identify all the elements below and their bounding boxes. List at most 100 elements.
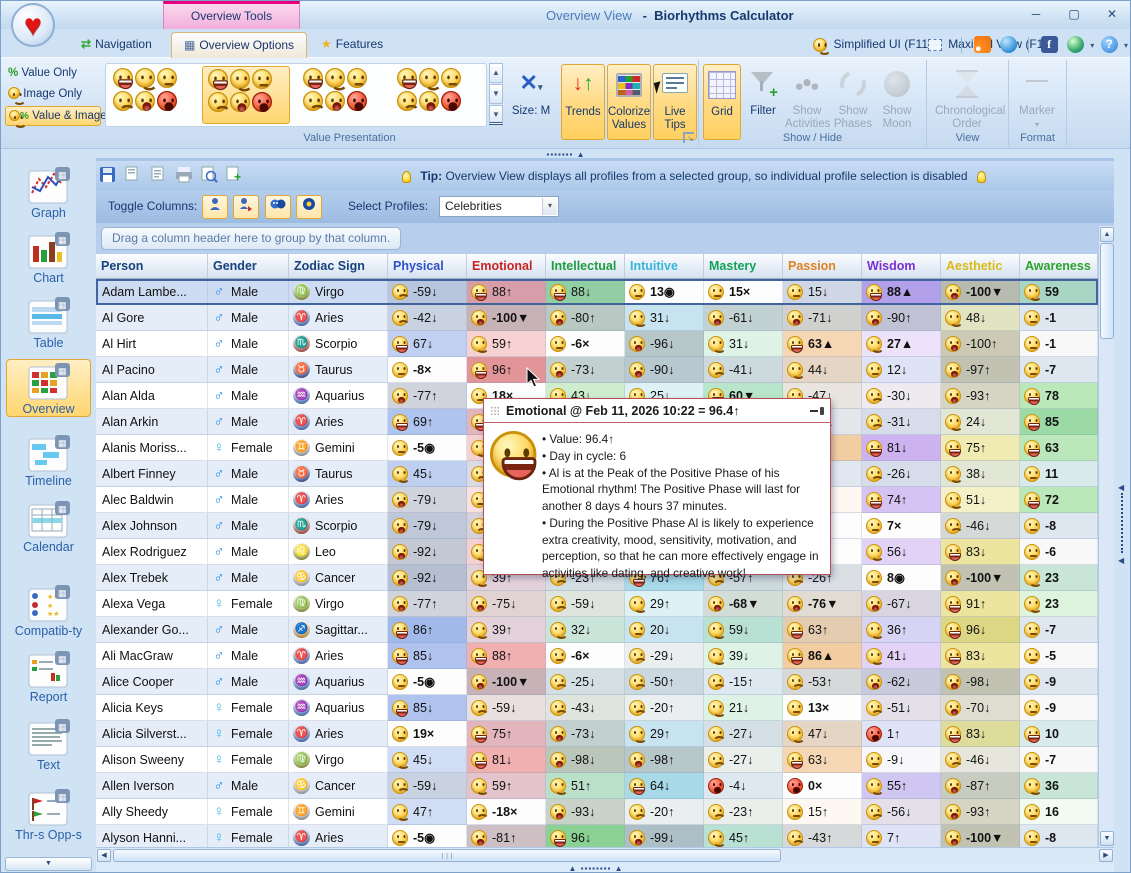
gender-cell[interactable]: ♂Male	[208, 643, 289, 669]
value-cell-mastery[interactable]: -4↓	[704, 773, 783, 799]
value-cell-physical[interactable]: -8×	[388, 357, 467, 383]
value-cell-awareness[interactable]: 59	[1020, 279, 1098, 305]
close-button[interactable]: ✕	[1097, 5, 1127, 23]
zodiac-cell[interactable]: ♒Aquarius	[289, 383, 388, 409]
value-cell-wisdom[interactable]: 56↓	[862, 539, 941, 565]
value-cell-emotional[interactable]: -100▼	[467, 669, 546, 695]
globe-dropdown-icon[interactable]	[1067, 36, 1084, 53]
value-cell-aesthetic[interactable]: 38↓	[941, 461, 1020, 487]
value-cell-passion[interactable]: 0×	[783, 773, 862, 799]
zodiac-cell[interactable]: ♍Virgo	[289, 591, 388, 617]
value-cell-aesthetic[interactable]: -46↓	[941, 747, 1020, 773]
person-cell[interactable]: Adam Lambe...	[96, 279, 208, 305]
zodiac-cell[interactable]: ♏Scorpio	[289, 331, 388, 357]
value-cell-awareness[interactable]: -7	[1020, 357, 1098, 383]
person-cell[interactable]: Al Hirt	[96, 331, 208, 357]
value-cell-physical[interactable]: -79↓	[388, 513, 467, 539]
value-cell-passion[interactable]: 15↓	[783, 279, 862, 305]
value-cell-intellectual[interactable]: 88↓	[546, 279, 625, 305]
person-cell[interactable]: Allen Iverson	[96, 773, 208, 799]
person-cell[interactable]: Al Gore	[96, 305, 208, 331]
value-cell-emotional[interactable]: -75↓	[467, 591, 546, 617]
value-cell-wisdom[interactable]: -56↓	[862, 799, 941, 825]
value-cell-aesthetic[interactable]: 51↓	[941, 487, 1020, 513]
value-cell-awareness[interactable]: -1	[1020, 305, 1098, 331]
gender-cell[interactable]: ♂Male	[208, 669, 289, 695]
value-cell-mastery[interactable]: 31↓	[704, 331, 783, 357]
gender-cell[interactable]: ♂Male	[208, 773, 289, 799]
zodiac-cell[interactable]: ♒Aquarius	[289, 695, 388, 721]
zodiac-cell[interactable]: ♐Sagittar...	[289, 617, 388, 643]
value-cell-aesthetic[interactable]: 83↓	[941, 539, 1020, 565]
value-cell-intellectual[interactable]: -6×	[546, 331, 625, 357]
person-cell[interactable]: Alison Sweeny	[96, 747, 208, 773]
scroll-down-icon[interactable]: ▼	[1100, 831, 1114, 846]
value-cell-intuitive[interactable]: -98↑	[625, 747, 704, 773]
horizontal-scroll-thumb[interactable]	[113, 849, 781, 862]
person-cell[interactable]: Alex Rodriguez	[96, 539, 208, 565]
tab-overview-options[interactable]: ▦Overview Options	[171, 32, 307, 58]
value-cell-aesthetic[interactable]: 96↓	[941, 617, 1020, 643]
vertical-scrollbar[interactable]: ▲ ▼	[1098, 226, 1114, 847]
value-cell-awareness[interactable]: 10	[1020, 721, 1098, 747]
smiley-set-1[interactable]	[108, 66, 196, 124]
value-cell-intuitive[interactable]: -20↑	[625, 799, 704, 825]
size-button[interactable]: ✕▾ Size: M	[507, 64, 555, 140]
value-cell-awareness[interactable]: -7	[1020, 617, 1098, 643]
value-cell-physical[interactable]: -59↓	[388, 773, 467, 799]
value-cell-physical[interactable]: -42↓	[388, 305, 467, 331]
value-cell-awareness[interactable]: 36	[1020, 773, 1098, 799]
value-cell-physical[interactable]: -77↑	[388, 383, 467, 409]
gender-cell[interactable]: ♀Female	[208, 825, 289, 847]
value-cell-wisdom[interactable]: -51↓	[862, 695, 941, 721]
zodiac-cell[interactable]: ♉Taurus	[289, 357, 388, 383]
value-cell-intuitive[interactable]: -99↓	[625, 825, 704, 847]
app-logo-heart-icon[interactable]: ♥	[11, 3, 55, 47]
value-cell-mastery[interactable]: 45↑	[704, 825, 783, 847]
value-cell-passion[interactable]: 44↓	[783, 357, 862, 383]
value-cell-aesthetic[interactable]: 75↑	[941, 435, 1020, 461]
zodiac-cell[interactable]: ♒Aquarius	[289, 669, 388, 695]
person-cell[interactable]: Alexander Go...	[96, 617, 208, 643]
toggle-emoticons-button[interactable]	[265, 195, 291, 219]
gender-cell[interactable]: ♂Male	[208, 279, 289, 305]
value-cell-passion[interactable]: 13×	[783, 695, 862, 721]
value-cell-awareness[interactable]: -8	[1020, 513, 1098, 539]
zodiac-cell[interactable]: ♈Aries	[289, 825, 388, 847]
gender-cell[interactable]: ♂Male	[208, 461, 289, 487]
value-cell-intuitive[interactable]: 64↓	[625, 773, 704, 799]
sidebar-item-compatib-ty[interactable]: ★★★★★▦Compatib-ty	[6, 582, 91, 638]
globe-dropdown-arrow[interactable]: ▾	[1090, 41, 1094, 50]
value-cell-passion[interactable]: -53↑	[783, 669, 862, 695]
gallery-more-icon[interactable]: ▼	[489, 105, 503, 125]
value-cell-physical[interactable]: -5◉	[388, 825, 467, 847]
facebook-icon[interactable]: f	[1041, 36, 1058, 53]
table-row[interactable]: Alicia Keys♀Female♒Aquarius85↓-59↓-43↓-2…	[96, 695, 1098, 721]
value-cell-wisdom[interactable]: 41↓	[862, 643, 941, 669]
dialog-launcher-icon[interactable]: ↘	[683, 132, 694, 143]
value-cell-physical[interactable]: 19×	[388, 721, 467, 747]
sidebar-item-chart[interactable]: ▦Chart	[6, 229, 91, 285]
value-cell-passion[interactable]: 47↓	[783, 721, 862, 747]
gender-cell[interactable]: ♀Female	[208, 799, 289, 825]
value-cell-intellectual[interactable]: -98↓	[546, 747, 625, 773]
rss-icon[interactable]	[974, 36, 991, 53]
gender-cell[interactable]: ♀Female	[208, 695, 289, 721]
column-header-wisdom[interactable]: Wisdom	[862, 254, 941, 278]
person-cell[interactable]: Alicia Silverst...	[96, 721, 208, 747]
select-profiles-dropdown[interactable]: Celebrities ▾	[439, 196, 559, 217]
value-cell-awareness[interactable]: -9	[1020, 695, 1098, 721]
grid-button[interactable]: Grid	[703, 64, 741, 140]
zodiac-cell[interactable]: ♈Aries	[289, 643, 388, 669]
value-cell-aesthetic[interactable]: 48↓	[941, 305, 1020, 331]
person-cell[interactable]: Alex Trebek	[96, 565, 208, 591]
value-cell-passion[interactable]: -71↓	[783, 305, 862, 331]
value-cell-intellectual[interactable]: -93↓	[546, 799, 625, 825]
column-header-intuitive[interactable]: Intuitive	[625, 254, 704, 278]
tab-features[interactable]: ★Features	[309, 32, 395, 58]
value-cell-emotional[interactable]: -59↓	[467, 695, 546, 721]
value-cell-emotional[interactable]: 81↓	[467, 747, 546, 773]
value-cell-passion[interactable]: 63↓	[783, 747, 862, 773]
table-row[interactable]: Al Hirt♂Male♏Scorpio67↓59↑-6×-96↓31↓63▲2…	[96, 331, 1098, 357]
value-cell-wisdom[interactable]: 7↑	[862, 825, 941, 847]
